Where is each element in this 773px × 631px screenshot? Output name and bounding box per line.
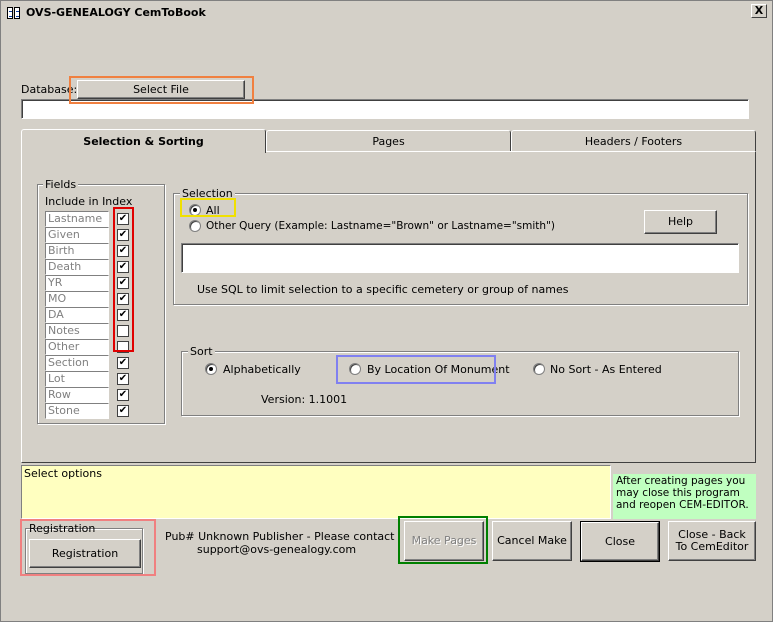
publisher-line: Pub# Unknown Publisher - Please contact: [165, 530, 395, 543]
tab-panel: [21, 151, 756, 463]
close-window-button[interactable]: X: [751, 4, 767, 18]
tab-selection-sorting[interactable]: Selection & Sorting: [21, 129, 266, 153]
make-pages-button[interactable]: Make Pages: [404, 521, 484, 561]
close-button[interactable]: Close: [580, 521, 660, 562]
registration-button[interactable]: Registration: [29, 539, 141, 568]
close-back-to-cemeditor-button[interactable]: Close - Back To CemEditor: [668, 521, 756, 561]
registration-group-label: Registration: [29, 522, 96, 535]
database-label: Database:: [21, 83, 78, 96]
status-box: Select options: [21, 465, 611, 519]
app-window: OVS-GENEALOGY CemToBook X Database: Sele…: [0, 0, 773, 622]
tab-pages[interactable]: Pages: [266, 130, 511, 151]
after-creating-note: After creating pages you may close this …: [613, 474, 756, 519]
tab-headers-footers[interactable]: Headers / Footers: [511, 130, 756, 151]
title-bar[interactable]: OVS-GENEALOGY CemToBook X: [3, 3, 770, 22]
publisher-email: support@ovs-genealogy.com: [197, 543, 357, 556]
database-path-field[interactable]: [21, 99, 749, 119]
select-file-button[interactable]: Select File: [77, 80, 245, 99]
book-icon: [7, 6, 21, 19]
cancel-make-button[interactable]: Cancel Make: [492, 521, 572, 561]
status-text: Select options: [24, 467, 102, 480]
window-title: OVS-GENEALOGY CemToBook: [26, 6, 206, 19]
